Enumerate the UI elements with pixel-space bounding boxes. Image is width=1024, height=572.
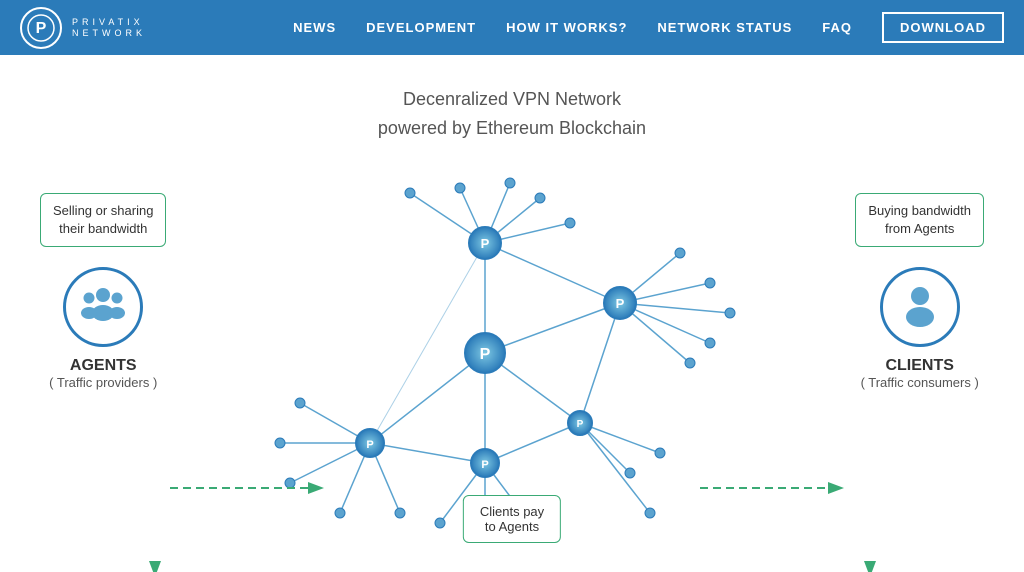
clients-label-box: Buying bandwidthfrom Agents xyxy=(855,193,984,247)
network-diagram: P P P P P P xyxy=(200,163,770,543)
svg-text:P: P xyxy=(366,439,373,451)
navigation: NEWS DEVELOPMENT HOW IT WORKS? NETWORK S… xyxy=(293,12,1004,43)
svg-text:P: P xyxy=(481,236,490,251)
nav-network-status[interactable]: NETWORK STATUS xyxy=(657,20,792,35)
agents-subtitle: ( Traffic providers ) xyxy=(49,375,157,390)
brand-name: PRIVATIX NETWORK xyxy=(72,17,146,39)
svg-text:P: P xyxy=(616,296,625,311)
logo-icon: P xyxy=(20,7,62,49)
clients-avatar xyxy=(880,267,960,347)
agents-label-box: Selling or sharingtheir bandwidth xyxy=(40,193,166,247)
clients-area: Buying bandwidthfrom Agents CLIENTS ( Tr… xyxy=(855,193,984,390)
nav-faq[interactable]: FAQ xyxy=(822,20,852,35)
svg-text:P: P xyxy=(577,419,584,430)
svg-text:P: P xyxy=(480,346,491,363)
title-area: Decenralized VPN Network powered by Ethe… xyxy=(0,55,1024,143)
title-line1: Decenralized VPN Network xyxy=(0,85,1024,114)
nav-development[interactable]: DEVELOPMENT xyxy=(366,20,476,35)
payment-label-box: Clients payto Agents xyxy=(463,495,561,543)
main-content: Decenralized VPN Network powered by Ethe… xyxy=(0,55,1024,572)
nav-how-it-works[interactable]: HOW IT WORKS? xyxy=(506,20,627,35)
header: P PRIVATIX NETWORK NEWS DEVELOPMENT HOW … xyxy=(0,0,1024,55)
logo-area: P PRIVATIX NETWORK xyxy=(20,7,146,49)
agents-avatar xyxy=(63,267,143,347)
nav-news[interactable]: NEWS xyxy=(293,20,336,35)
agents-area: Selling or sharingtheir bandwidth AGENTS… xyxy=(40,193,166,390)
agents-title: AGENTS xyxy=(70,357,137,375)
download-button[interactable]: DOWNLOAD xyxy=(882,12,1004,43)
clients-title: CLIENTS xyxy=(885,357,953,375)
svg-text:P: P xyxy=(36,20,47,37)
clients-subtitle: ( Traffic consumers ) xyxy=(861,375,979,390)
title-line2: powered by Ethereum Blockchain xyxy=(0,114,1024,143)
svg-text:P: P xyxy=(481,459,488,471)
diagram: Selling or sharingtheir bandwidth AGENTS… xyxy=(0,153,1024,572)
